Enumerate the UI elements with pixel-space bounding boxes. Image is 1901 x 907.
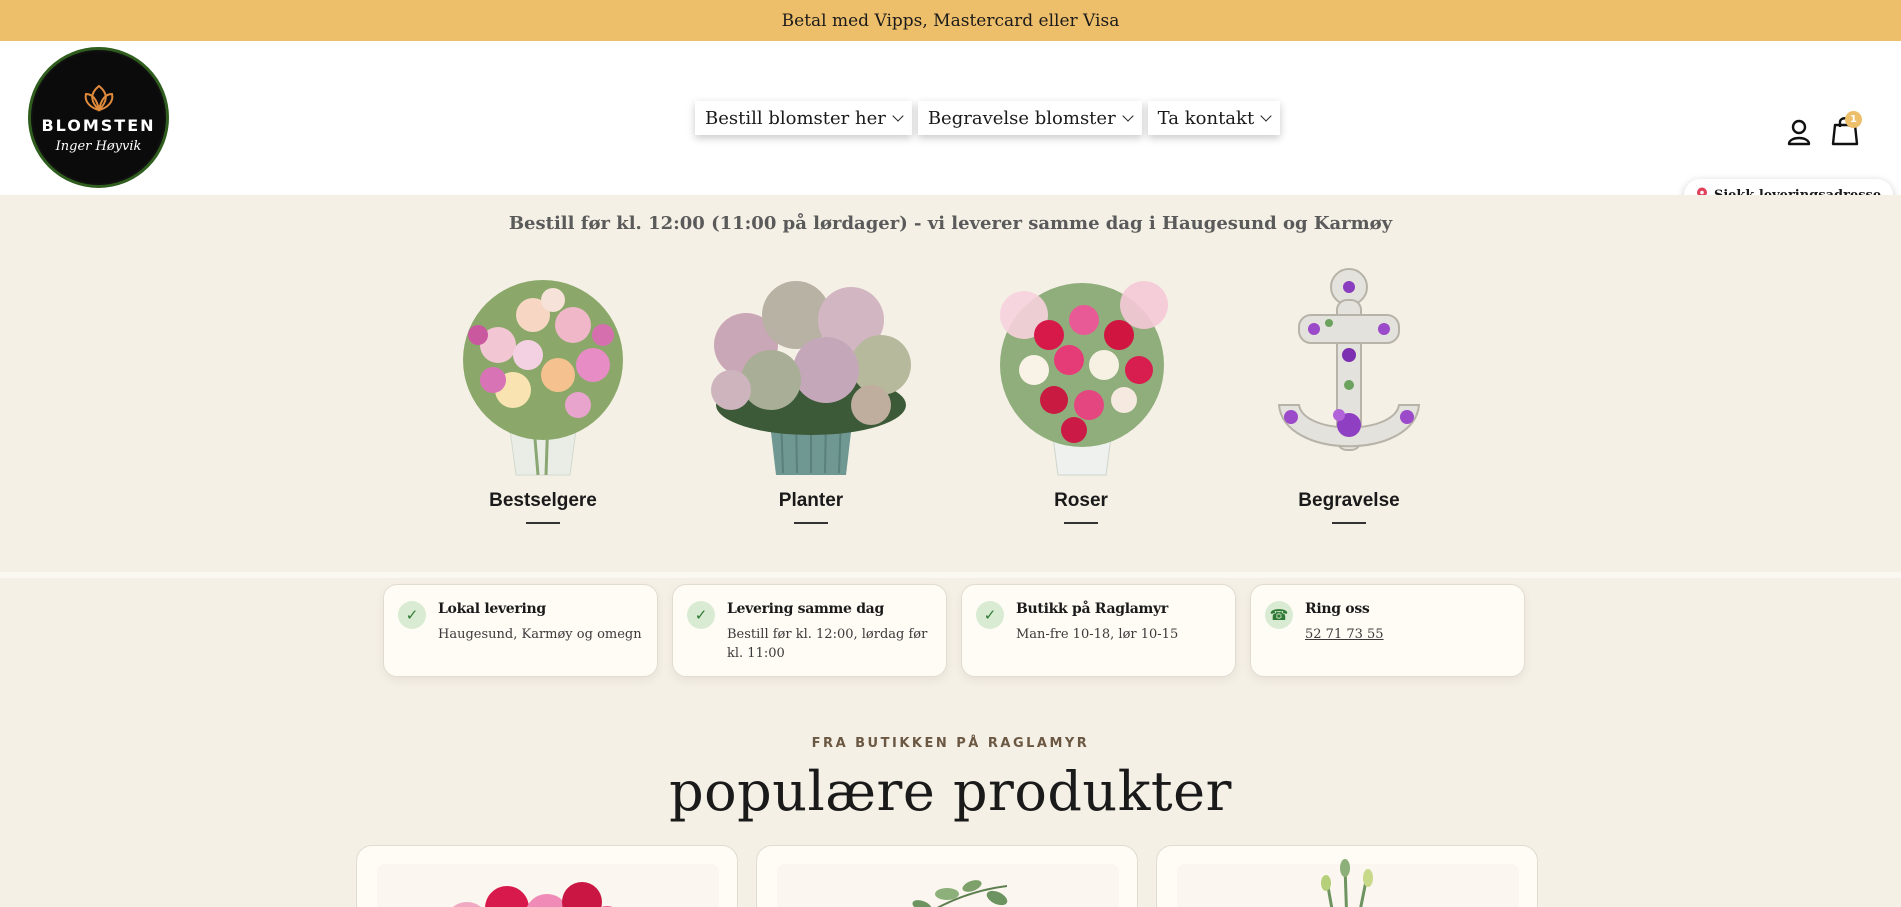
account-icon[interactable]	[1784, 117, 1814, 147]
product-card[interactable]	[756, 845, 1138, 907]
usp-title: Lokal levering	[438, 601, 546, 617]
category-label: Begravelse	[1298, 490, 1400, 511]
anchor-wreath-image	[1277, 268, 1421, 451]
usp-list: ✓ Lokal levering Haugesund, Karmøy og om…	[383, 584, 1525, 677]
category-label: Roser	[1054, 490, 1108, 511]
category-image	[1239, 265, 1459, 480]
product-image	[377, 864, 719, 907]
nav-label: Ta kontakt	[1157, 107, 1255, 129]
usp-title: Levering samme dag	[727, 601, 884, 617]
usp-title: Butikk på Raglamyr	[1016, 601, 1168, 617]
site-header: BLOMSTEN Inger Høyvik Bestill blomster h…	[0, 41, 1901, 211]
chevron-down-icon	[892, 110, 904, 122]
category-label: Planter	[778, 490, 844, 511]
section-title: populære produkter	[669, 760, 1232, 823]
category-image	[701, 265, 921, 480]
phone-icon: ☎	[1265, 601, 1293, 629]
nav-begravelse-blomster[interactable]: Begravelse blomster	[917, 101, 1142, 135]
category-underline	[794, 522, 828, 524]
product-image	[1177, 859, 1519, 907]
main-nav: Bestill blomster her Begravelse blomster…	[695, 101, 1281, 135]
section-eyebrow: FRA BUTIKKEN PÅ RAGLAMYR	[811, 736, 1090, 751]
announcement-text: Betal med Vipps, Mastercard eller Visa	[781, 10, 1120, 31]
check-icon: ✓	[398, 601, 426, 629]
usp-title: Ring oss	[1305, 601, 1370, 617]
chevron-down-icon	[1260, 110, 1272, 122]
chevron-down-icon	[1122, 110, 1134, 122]
usp-text: Man-fre 10-18, lør 10-15	[1016, 627, 1179, 642]
bouquet-vase-image	[463, 280, 623, 476]
usp-text: Haugesund, Karmøy og omegn	[438, 627, 642, 642]
product-card[interactable]	[1156, 845, 1538, 907]
category-roser[interactable]: Roser	[971, 265, 1191, 524]
logo-name: BLOMSTEN	[41, 115, 156, 135]
nav-bestill-blomster[interactable]: Bestill blomster her	[695, 101, 912, 135]
section-divider	[0, 572, 1901, 578]
usp-same-day: ✓ Levering samme dag Bestill før kl. 12:…	[672, 584, 947, 677]
check-icon: ✓	[976, 601, 1004, 629]
usp-local-delivery: ✓ Lokal levering Haugesund, Karmøy og om…	[383, 584, 658, 677]
hydrangea-plant-image	[711, 281, 911, 475]
phone-link[interactable]: 52 71 73 55	[1305, 625, 1384, 644]
product-image	[777, 864, 1119, 907]
hero-section: Bestill før kl. 12:00 (11:00 på lørdager…	[0, 195, 1901, 572]
leaf-logo-icon	[84, 84, 113, 111]
announcement-bar: Betal med Vipps, Mastercard eller Visa	[0, 0, 1901, 41]
roses-vase-image	[999, 281, 1168, 476]
category-label: Bestselgere	[489, 490, 597, 511]
usp-text: Bestill før kl. 12:00, lørdag før kl. 11…	[727, 627, 928, 661]
check-icon: ✓	[687, 601, 715, 629]
usp-store: ✓ Butikk på Raglamyr Man-fre 10-18, lør …	[961, 584, 1236, 677]
logo-subtitle: Inger Høyvik	[55, 138, 142, 154]
nav-label: Bestill blomster her	[705, 107, 886, 129]
category-image	[971, 265, 1191, 480]
usp-call-us: ☎ Ring oss 52 71 73 55	[1250, 584, 1525, 677]
category-begravelse[interactable]: Begravelse	[1239, 265, 1459, 524]
nav-label: Begravelse blomster	[927, 107, 1116, 129]
product-card[interactable]	[356, 845, 738, 907]
category-underline	[1332, 522, 1366, 524]
product-grid	[356, 845, 1538, 907]
category-bestselgere[interactable]: Bestselgere	[433, 265, 653, 524]
logo[interactable]: BLOMSTEN Inger Høyvik	[28, 47, 169, 188]
category-planter[interactable]: Planter	[701, 265, 921, 524]
category-underline	[526, 522, 560, 524]
category-image	[433, 265, 653, 480]
delivery-notice: Bestill før kl. 12:00 (11:00 på lørdager…	[508, 213, 1393, 234]
cart-count-badge: 1	[1845, 111, 1862, 128]
nav-ta-kontakt[interactable]: Ta kontakt	[1147, 101, 1281, 135]
category-underline	[1064, 522, 1098, 524]
